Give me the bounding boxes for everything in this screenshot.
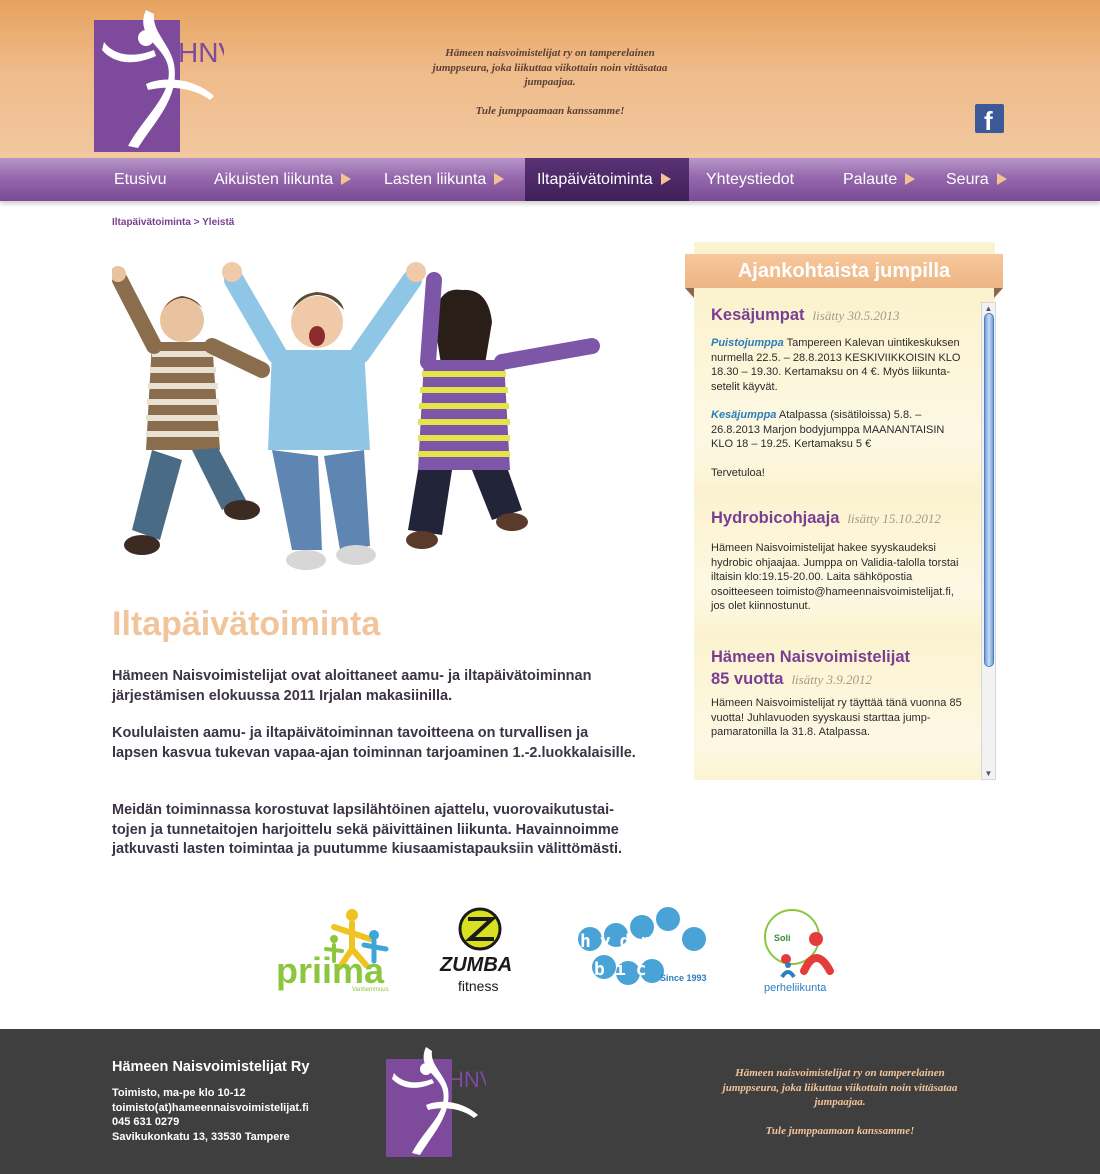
nav-label: Etusivu [114, 171, 167, 188]
banner-fold-left [685, 288, 694, 298]
svg-text:Vanhemmuus: Vanhemmuus [352, 987, 389, 993]
news-item-text: Hämeen Naisvoimistelijat ry täyttää tänä… [711, 697, 962, 738]
body-paragraph-1: Hämeen Naisvoimistelijat ovat aloittanee… [112, 668, 592, 704]
footer-office-hours: Toimisto, ma-pe klo 10-12 [112, 1087, 246, 1099]
news-item-text: Kesäjumppa Atalpassa (sisätiloissa) 5.8.… [711, 408, 964, 452]
hnv-logo[interactable]: HNV [94, 6, 224, 152]
footer-email[interactable]: toimisto(at)hameennaisvoimistelijat.fi [112, 1101, 309, 1116]
svg-text:HNV: HNV [178, 37, 224, 68]
child-middle [222, 262, 426, 570]
child-right [406, 272, 600, 549]
svg-text:fitness: fitness [458, 978, 498, 994]
scroll-thumb[interactable] [984, 313, 994, 667]
nav-seura[interactable]: Seura [932, 158, 1022, 201]
news-item-85-vuotta: Hämeen Naisvoimistelijat 85 vuotta lisätty… [694, 636, 981, 780]
news-item-date: lisätty 15.10.2012 [847, 511, 941, 526]
page-title: Iltapäivätoiminta [112, 605, 381, 643]
news-item-title[interactable]: Hydrobicohjaaja lisätty 15.10.2012 [711, 507, 964, 530]
nav-etusivu[interactable]: Etusivu [100, 158, 200, 201]
svg-text:Soli: Soli [774, 933, 791, 943]
svg-text:hydro: hydro [580, 931, 679, 952]
news-title-text[interactable]: Hämeen Naisvoimistelijat [711, 648, 910, 666]
hero-image-children-jumping [112, 250, 602, 580]
news-highlight: Kesäjumppa [711, 409, 777, 421]
body-paragraph-2: Koululaisten aamu- ja iltapäivätoiminnan… [112, 725, 636, 761]
submenu-arrow-icon [660, 173, 671, 185]
submenu-arrow-icon [996, 173, 1007, 185]
nav-aikuisten-liikunta[interactable]: Aikuisten liikunta [200, 158, 365, 201]
news-item-text: Hämeen Naisvoimistelijat hakee syyskaude… [711, 542, 959, 612]
scroll-down-icon[interactable]: ▼ [982, 768, 995, 779]
main-nav: Etusivu Aikuisten liikunta Lasten liikun… [0, 158, 1100, 201]
news-item-text: Tervetuloa! [711, 466, 765, 479]
news-scrollbar[interactable]: ▲ ▼ [981, 302, 996, 780]
nav-label: Palaute [843, 171, 898, 188]
header-tagline-cta: Tule jumppaamaan kanssamme! [475, 104, 625, 117]
svg-text:priima: priima [276, 950, 385, 991]
header-tagline: Hämeen naisvoimistelijat ry on tamperela… [420, 46, 680, 118]
news-item-text: Puistojumppa Tampereen Kalevan uintikesk… [711, 336, 964, 394]
footer-address: Savikukonkatu 13, 33530 Tampere [112, 1130, 290, 1143]
news-item-title[interactable]: Kesäjumpat lisätty 30.5.2013 [711, 304, 964, 327]
banner-fold-right [994, 288, 1003, 298]
news-item-date: lisätty 30.5.2013 [812, 308, 900, 323]
submenu-arrow-icon [905, 173, 916, 185]
svg-text:perheliikunta: perheliikunta [764, 982, 827, 994]
footer-hnv-logo[interactable]: HNV [386, 1045, 486, 1157]
nav-yhteystiedot[interactable]: Yhteystiedot [692, 158, 817, 201]
breadcrumb[interactable]: Iltapäivätoiminta > Yleistä [112, 217, 234, 228]
news-item-date: lisätty 3.9.2012 [791, 672, 872, 687]
news-highlight: Puistojumppa [711, 337, 784, 349]
nav-iltapaivatoiminta[interactable]: Iltapäivätoiminta [525, 158, 689, 201]
nav-palaute[interactable]: Palaute [829, 158, 929, 201]
news-item-title[interactable]: Hämeen Naisvoimistelijat 85 vuotta lisätty… [711, 646, 964, 691]
news-scroll-area[interactable]: Kesäjumpat lisätty 30.5.2013 Puistojumppa… [694, 300, 981, 780]
footer-tagline: Hämeen naisvoimistelijat ry on tamperela… [710, 1066, 970, 1138]
news-title-text[interactable]: Hydrobicohjaaja [711, 509, 839, 527]
svg-text:HNV: HNV [448, 1067, 486, 1092]
footer-tagline-text: Hämeen naisvoimistelijat ry on tamperela… [722, 1067, 958, 1108]
zumba-logo[interactable]: ZUMBA fitness [438, 905, 524, 997]
submenu-arrow-icon [494, 173, 505, 185]
facebook-icon[interactable]: f [975, 104, 1004, 136]
footer-phone: 045 631 0279 [112, 1116, 180, 1128]
svg-text:ZUMBA: ZUMBA [439, 954, 512, 976]
footer-organization-name: Hämeen Naisvoimistelijat Ry [112, 1059, 310, 1075]
submenu-arrow-icon [341, 173, 352, 185]
news-title-text[interactable]: 85 vuotta [711, 670, 783, 688]
perheliikunta-logo[interactable]: Soli perheliikunta [760, 905, 840, 997]
facebook-glyph: f [984, 106, 993, 136]
nav-label: Yhteystiedot [706, 171, 795, 188]
nav-label: Iltapäivätoiminta [537, 171, 653, 188]
news-separator [694, 486, 981, 496]
svg-text:Since 1993: Since 1993 [660, 973, 707, 983]
nav-label: Aikuisten liikunta [214, 171, 334, 188]
body-paragraph-3: Meidän toiminnassa korostuvat lapsilähtö… [112, 802, 623, 857]
news-item-hydrobicohjaaja: Hydrobicohjaaja lisätty 15.10.2012 Hämeen… [694, 496, 981, 636]
news-title-text[interactable]: Kesäjumpat [711, 306, 805, 324]
nav-label: Seura [946, 171, 989, 188]
footer-tagline-cta: Tule jumppaamaan kanssamme! [765, 1124, 915, 1137]
news-item-kesajumpat: Kesäjumpat lisätty 30.5.2013 Puistojumppa… [694, 300, 981, 496]
news-heading: Ajankohtaista jumpilla [685, 254, 1003, 288]
nav-label: Lasten liikunta [384, 171, 487, 188]
footer-contact: Toimisto, ma-pe klo 10-12 toimisto(at)ha… [112, 1086, 309, 1144]
header-tagline-text: Hämeen naisvoimistelijat ry on tamperela… [432, 47, 668, 88]
nav-lasten-liikunta[interactable]: Lasten liikunta [370, 158, 520, 201]
hydrobic-logo[interactable]: hydro bic Since 1993 [578, 905, 718, 995]
svg-text:bic: bic [594, 959, 657, 980]
priima-logo[interactable]: priima Vanhemmuus [274, 905, 394, 995]
